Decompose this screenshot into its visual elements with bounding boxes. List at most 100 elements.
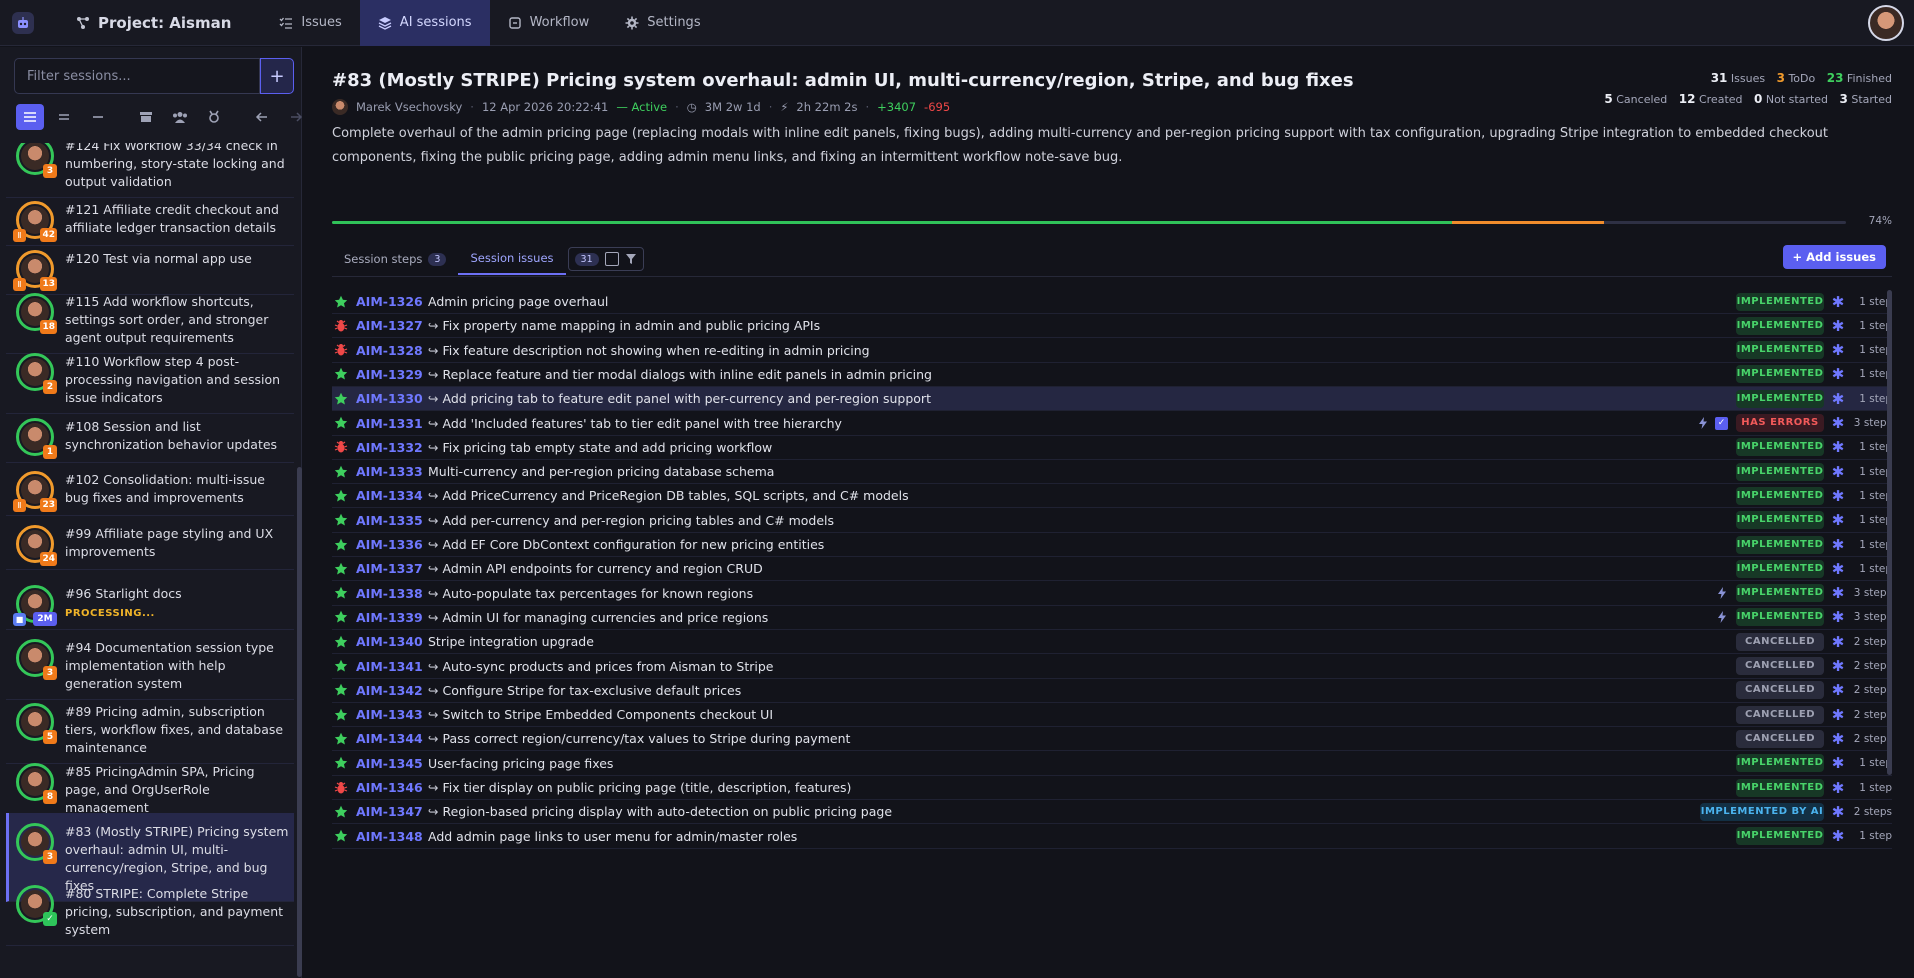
issue-row[interactable]: AIM-1326 Admin pricing page overhaul IMPLE… <box>332 290 1892 314</box>
issue-row[interactable]: AIM-1330 ↪ Add pricing tab to feature edit… <box>332 387 1892 412</box>
add-session-button[interactable]: + <box>260 58 294 94</box>
issue-title[interactable]: Stripe integration upgrade <box>428 634 1728 649</box>
issue-row[interactable]: AIM-1334 ↪ Add PriceCurrency and PriceRegi… <box>332 484 1892 509</box>
ai-asterisk-icon[interactable]: ✱ <box>1824 657 1852 675</box>
filter-sessions-input[interactable] <box>14 58 260 94</box>
issue-title[interactable]: ↪ Fix property name mapping in admin and … <box>428 318 1728 333</box>
nav-ai-sessions[interactable]: AI sessions <box>359 0 490 46</box>
archive-button[interactable] <box>132 104 160 130</box>
issue-key[interactable]: AIM-1345 <box>356 756 428 771</box>
issue-title[interactable]: ↪ Auto-sync products and prices from Aism… <box>428 659 1728 674</box>
session-item[interactable]: 3 #124 Fix Workflow 33/34 check in number… <box>6 143 294 198</box>
nav-settings[interactable]: Settings <box>607 0 718 46</box>
issue-key[interactable]: AIM-1341 <box>356 659 428 674</box>
issue-key[interactable]: AIM-1330 <box>356 391 428 406</box>
ai-asterisk-icon[interactable]: ✱ <box>1824 365 1852 383</box>
issue-title[interactable]: ↪ Switch to Stripe Embedded Components ch… <box>428 707 1728 722</box>
issue-key[interactable]: AIM-1340 <box>356 634 428 649</box>
issue-row[interactable]: AIM-1346 ↪ Fix tier display on public pric… <box>332 776 1892 800</box>
issue-key[interactable]: AIM-1343 <box>356 707 428 722</box>
issue-key[interactable]: AIM-1346 <box>356 780 428 795</box>
session-item[interactable]: 23 Ⅱ #102 Consolidation: multi-issue bug f… <box>6 461 294 516</box>
issue-title[interactable]: ↪ Replace feature and tier modal dialogs … <box>428 367 1728 382</box>
tab-session-steps[interactable]: Session steps 3 <box>332 243 458 275</box>
issue-key[interactable]: AIM-1348 <box>356 829 428 844</box>
ai-asterisk-icon[interactable]: ✱ <box>1824 414 1852 432</box>
ai-asterisk-icon[interactable]: ✱ <box>1824 803 1852 821</box>
select-all-checkbox[interactable] <box>604 252 619 266</box>
issue-key[interactable]: AIM-1328 <box>356 343 428 358</box>
back-button[interactable] <box>248 104 276 130</box>
issue-key[interactable]: AIM-1329 <box>356 367 428 382</box>
issue-key[interactable]: AIM-1335 <box>356 513 428 528</box>
issue-title[interactable]: Multi-currency and per-region pricing da… <box>428 464 1728 479</box>
ai-asterisk-icon[interactable]: ✱ <box>1824 390 1852 408</box>
issue-key[interactable]: AIM-1332 <box>356 440 428 455</box>
ai-asterisk-icon[interactable]: ✱ <box>1824 293 1852 311</box>
session-item[interactable]: 2M ■ #96 Starlight docs PROCESSING... <box>6 575 294 630</box>
issue-title[interactable]: ↪ Fix tier display on public pricing page… <box>428 780 1728 795</box>
issue-key[interactable]: AIM-1331 <box>356 416 428 431</box>
issue-key[interactable]: AIM-1338 <box>356 586 428 601</box>
ai-asterisk-icon[interactable]: ✱ <box>1824 608 1852 626</box>
ai-asterisk-icon[interactable]: ✱ <box>1824 536 1852 554</box>
ai-asterisk-icon[interactable]: ✱ <box>1824 463 1852 481</box>
filter-icon[interactable] <box>625 253 637 265</box>
issue-row[interactable]: AIM-1343 ↪ Switch to Stripe Embedded Compo… <box>332 703 1892 728</box>
issue-key[interactable]: AIM-1327 <box>356 318 428 333</box>
session-item[interactable]: 24 #99 Affiliate page styling and UX impr… <box>6 515 294 570</box>
session-item[interactable]: 42 Ⅱ #121 Affiliate credit checkout and af… <box>6 191 294 246</box>
issue-row[interactable]: AIM-1339 ↪ Admin UI for managing currencie… <box>332 606 1892 630</box>
issue-row[interactable]: AIM-1348 Add admin page links to user men… <box>332 825 1892 849</box>
issue-row[interactable]: AIM-1347 ↪ Region-based pricing display wi… <box>332 800 1892 825</box>
issue-title[interactable]: User-facing pricing page fixes <box>428 756 1728 771</box>
users-filter-button[interactable] <box>166 104 194 130</box>
ai-asterisk-icon[interactable]: ✱ <box>1824 754 1852 772</box>
issue-title[interactable]: ↪ Fix pricing tab empty state and add pri… <box>428 440 1728 455</box>
issue-title[interactable]: ↪ Add EF Core DbContext configuration for… <box>428 537 1728 552</box>
ai-asterisk-icon[interactable]: ✱ <box>1824 584 1852 602</box>
ai-asterisk-icon[interactable]: ✱ <box>1824 827 1852 845</box>
ai-asterisk-icon[interactable]: ✱ <box>1824 341 1852 359</box>
nav-workflow[interactable]: Workflow <box>490 0 608 46</box>
issue-title[interactable]: ↪ Admin API endpoints for currency and re… <box>428 561 1728 576</box>
issue-title[interactable]: ↪ Region-based pricing display with auto-… <box>428 804 1692 819</box>
ai-asterisk-icon[interactable]: ✱ <box>1824 487 1852 505</box>
issue-row[interactable]: AIM-1344 ↪ Pass correct region/currency/ta… <box>332 727 1892 752</box>
view-minimal-button[interactable] <box>84 104 112 130</box>
ai-asterisk-icon[interactable]: ✱ <box>1824 779 1852 797</box>
user-avatar[interactable] <box>1868 5 1904 41</box>
ai-asterisk-icon[interactable]: ✱ <box>1824 681 1852 699</box>
issue-row[interactable]: AIM-1327 ↪ Fix property name mapping in ad… <box>332 314 1892 339</box>
issue-row[interactable]: AIM-1342 ↪ Configure Stripe for tax-exclus… <box>332 679 1892 703</box>
session-item[interactable]: 2 #110 Workflow step 4 post-processing na… <box>6 343 294 414</box>
ai-asterisk-icon[interactable]: ✱ <box>1824 438 1852 456</box>
issue-row[interactable]: AIM-1331 ↪ Add 'Included features' tab to … <box>332 412 1892 436</box>
view-compact-button[interactable] <box>50 104 78 130</box>
issues-scrollbar[interactable] <box>1887 290 1892 775</box>
issue-title[interactable]: ↪ Add PriceCurrency and PriceRegion DB ta… <box>428 488 1728 503</box>
agents-filter-button[interactable] <box>200 104 228 130</box>
issue-row[interactable]: AIM-1332 ↪ Fix pricing tab empty state and… <box>332 436 1892 460</box>
issue-key[interactable]: AIM-1342 <box>356 683 428 698</box>
issue-row[interactable]: AIM-1335 ↪ Add per-currency and per-region… <box>332 509 1892 533</box>
issue-title[interactable]: ↪ Add pricing tab to feature edit panel w… <box>428 391 1728 406</box>
session-item[interactable]: ✓ #80 STRIPE: Complete Stripe pricing, su… <box>6 875 294 946</box>
ai-asterisk-icon[interactable]: ✱ <box>1824 633 1852 651</box>
issue-row[interactable]: AIM-1337 ↪ Admin API endpoints for currenc… <box>332 557 1892 582</box>
issue-row[interactable]: AIM-1341 ↪ Auto-sync products and prices f… <box>332 655 1892 679</box>
project-selector[interactable]: Project: Aisman <box>46 0 261 46</box>
issue-row[interactable]: AIM-1329 ↪ Replace feature and tier modal … <box>332 363 1892 387</box>
sidebar-scrollbar[interactable] <box>297 467 302 977</box>
issue-key[interactable]: AIM-1337 <box>356 561 428 576</box>
issue-row[interactable]: AIM-1338 ↪ Auto-populate tax percentages f… <box>332 582 1892 606</box>
issue-title[interactable]: Add admin page links to user menu for ad… <box>428 829 1728 844</box>
issue-title[interactable]: ↪ Auto-populate tax percentages for known… <box>428 586 1716 601</box>
issue-key[interactable]: AIM-1347 <box>356 804 428 819</box>
ai-asterisk-icon[interactable]: ✱ <box>1824 560 1852 578</box>
issue-key[interactable]: AIM-1334 <box>356 488 428 503</box>
issue-title[interactable]: ↪ Add 'Included features' tab to tier edi… <box>428 416 1697 431</box>
tab-session-issues[interactable]: Session issues <box>458 243 566 275</box>
nav-issues[interactable]: Issues <box>261 0 359 46</box>
issue-row[interactable]: AIM-1345 User-facing pricing page fixes IM… <box>332 752 1892 776</box>
